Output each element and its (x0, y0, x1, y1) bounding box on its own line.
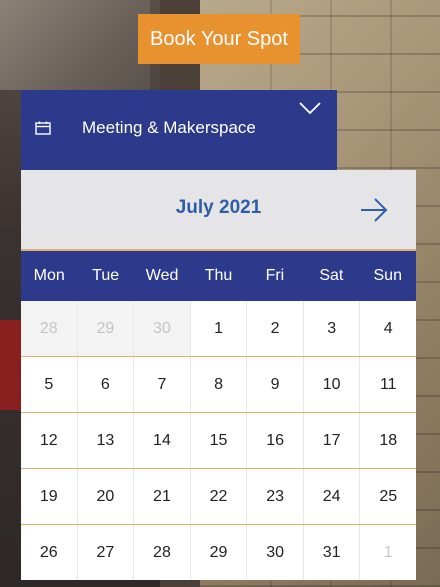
arrow-right-icon[interactable] (360, 198, 388, 222)
dow-fri: Fri (265, 267, 285, 284)
calendar-day[interactable]: 29 (191, 525, 248, 580)
calendar-day[interactable]: 11 (360, 357, 416, 412)
calendar-day[interactable]: 30 (247, 525, 304, 580)
calendar-day-prev-month: 28 (21, 301, 78, 356)
calendar-day[interactable]: 12 (21, 413, 78, 468)
dow-thu: Thu (204, 267, 233, 284)
calendar-day[interactable]: 10 (304, 357, 361, 412)
space-select-value: Meeting & Makerspace (82, 118, 256, 137)
calendar-day[interactable]: 2 (247, 301, 304, 356)
calendar-day[interactable]: 16 (247, 413, 304, 468)
calendar-week-row: 19 20 21 22 23 24 25 (21, 469, 416, 525)
calendar-day[interactable]: 27 (78, 525, 135, 580)
days-of-week-header: Mon Tue Wed Thu Fri Sat Sun (21, 251, 416, 301)
chevron-down-icon[interactable] (299, 102, 321, 116)
calendar-day[interactable]: 31 (304, 525, 361, 580)
calendar-day[interactable]: 20 (78, 469, 135, 524)
calendar-icon (35, 121, 51, 135)
calendar-widget: July 2021 Mon Tue Wed Thu Fri Sat Sun 28… (21, 170, 417, 580)
dow-mon: Mon (33, 267, 65, 284)
calendar-day[interactable]: 17 (304, 413, 361, 468)
calendar-day[interactable]: 6 (78, 357, 135, 412)
calendar-day[interactable]: 3 (304, 301, 361, 356)
calendar-week-row: 12 13 14 15 16 17 18 (21, 413, 416, 469)
calendar-day[interactable]: 14 (134, 413, 191, 468)
dow-sun: Sun (373, 267, 402, 284)
calendar-day[interactable]: 24 (304, 469, 361, 524)
calendar-day[interactable]: 18 (360, 413, 416, 468)
calendar-day[interactable]: 13 (78, 413, 135, 468)
dow-sat: Sat (319, 267, 344, 284)
calendar-week-row: 5 6 7 8 9 10 11 (21, 357, 416, 413)
calendar-day[interactable]: 4 (360, 301, 416, 356)
calendar-week-row: 28 29 30 1 2 3 4 (21, 301, 416, 357)
calendar-day[interactable]: 22 (191, 469, 248, 524)
calendar-day[interactable]: 28 (134, 525, 191, 580)
calendar-day[interactable]: 15 (191, 413, 248, 468)
calendar-day-prev-month: 29 (77, 301, 135, 356)
background-window (0, 0, 150, 90)
calendar-day[interactable]: 25 (360, 469, 416, 524)
calendar-day[interactable]: 7 (134, 357, 191, 412)
calendar-day[interactable]: 19 (21, 469, 78, 524)
calendar-day[interactable]: 21 (134, 469, 191, 524)
calendar-week-row: 26 27 28 29 30 31 1 (21, 525, 417, 580)
background-red-frame (0, 320, 22, 410)
dow-tue: Tue (92, 267, 120, 284)
calendar-day[interactable]: 5 (21, 357, 78, 412)
dow-wed: Wed (145, 267, 179, 284)
calendar-day[interactable]: 26 (21, 525, 78, 580)
calendar-day[interactable]: 23 (247, 469, 304, 524)
calendar-day-next-month: 1 (360, 525, 417, 580)
book-your-spot-button[interactable]: Book Your Spot (138, 14, 300, 64)
calendar-month-header: July 2021 (21, 170, 416, 251)
calendar-day[interactable]: 8 (191, 357, 248, 412)
calendar-day[interactable]: 1 (191, 301, 248, 356)
calendar-day-prev-month: 30 (134, 301, 191, 356)
calendar-day[interactable]: 9 (247, 357, 304, 412)
month-title: July 2021 (175, 197, 262, 218)
